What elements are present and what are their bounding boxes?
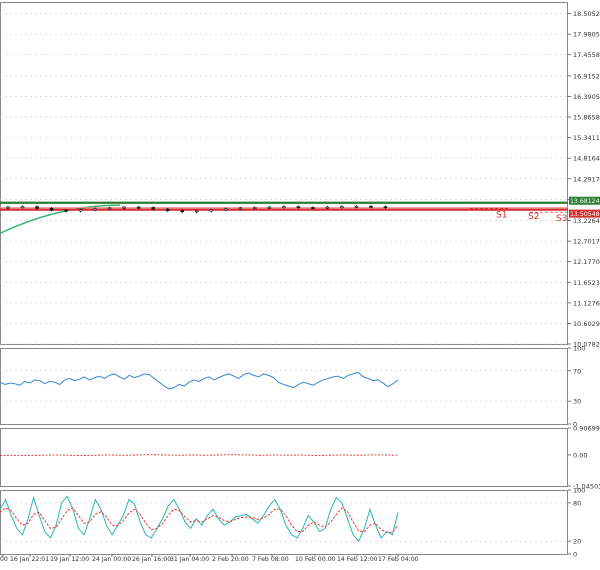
stoch-tick-label: 100 [573,487,585,495]
panel-frame-rsi [0,348,568,425]
candle-body [296,206,301,208]
candle-body [325,206,330,209]
stoch-tick-label: 0 [573,551,577,559]
y-tick-label: 14.29170 [573,175,600,183]
candle-body [383,206,388,208]
candle-body [369,205,373,208]
candle-body [64,209,68,212]
y-tick-label: 14.81640 [573,155,600,163]
candle-body [354,205,359,208]
rsi-tick-label: 30 [573,398,581,406]
price-tag-label: 13.50548 [570,211,600,218]
y-tick-label: 16.91520 [573,72,600,80]
candle-body [35,206,39,209]
candle-body [223,208,228,211]
candle-body [136,206,141,209]
x-tick-label: 19 Jan 12:00 [50,556,89,563]
panel-frame-main [0,2,568,345]
candle-body [209,209,214,212]
candle-body [194,210,199,213]
y-tick-label: 17.98050 [573,31,600,39]
candle-body [340,206,344,208]
y-tick-label: 13.22640 [573,217,600,225]
candle-body [311,207,315,209]
candle-body [93,208,97,211]
y-tick-label: 11.12760 [573,299,600,307]
x-tick-label: 7 Feb 08:00 [252,556,289,563]
candle-body [78,209,83,212]
panel-frame-macd [0,428,568,487]
y-tick-label: 12.70170 [573,238,600,246]
x-tick-label: 2 Feb 20:00 [212,556,249,563]
macd-tick-label: 0.906998 [573,425,600,433]
trading-chart[interactable]: 18.50520 17.98050 17.45580 16.91520 16.39050… [0,0,600,566]
candle-body [20,206,25,208]
level-label: S2 [528,212,539,222]
x-tick-label: 14 Feb 12:00 [337,556,378,563]
candle-body [253,207,257,209]
x-tick-label: 31 Jan 04:00 [170,556,209,563]
y-tick-label: 17.45580 [573,51,600,59]
x-tick-label: 24 Jan 00:00 [92,556,131,563]
stoch-tick-label: 80 [573,499,581,507]
y-tick-label: 18.50520 [573,10,600,18]
level-label: S1 [496,210,507,220]
candle-body [49,207,54,211]
candle-body [282,206,286,208]
x-tick-label: 10 Feb 00:00 [295,556,336,563]
y-tick-label: 16.39050 [573,93,600,101]
candle-body [267,206,272,209]
y-tick-label: 12.17700 [573,258,600,266]
candle-body [165,208,170,211]
stoch-tick-label: 20 [573,538,581,546]
candle-body [180,210,185,213]
x-tick-label: 26 Jan 16:00 [132,556,171,563]
level-label: S3 [556,214,567,224]
x-tick-label: 00 [0,556,8,563]
chart-canvas: 18.50520 17.98050 17.45580 16.91520 16.39050… [0,2,600,563]
candle-body [151,207,155,210]
x-tick-label: 16 Jan 22:01 [10,556,49,563]
y-tick-label: 11.65230 [573,279,600,287]
rsi-tick-label: 100 [573,345,585,353]
candle-body [6,206,10,209]
y-tick-label: 15.86580 [573,114,600,122]
y-tick-label: 15.34110 [573,134,600,142]
candle-body [122,206,126,209]
x-tick-label: 17 Feb 04:00 [378,556,419,563]
price-tag-label: 13.68124 [570,198,600,205]
y-tick-label: 10.60290 [573,320,600,328]
candle-body [107,207,112,210]
rsi-tick-label: 70 [573,367,581,375]
candle-body [238,207,243,210]
macd-tick-label: 0.00 [573,451,587,459]
